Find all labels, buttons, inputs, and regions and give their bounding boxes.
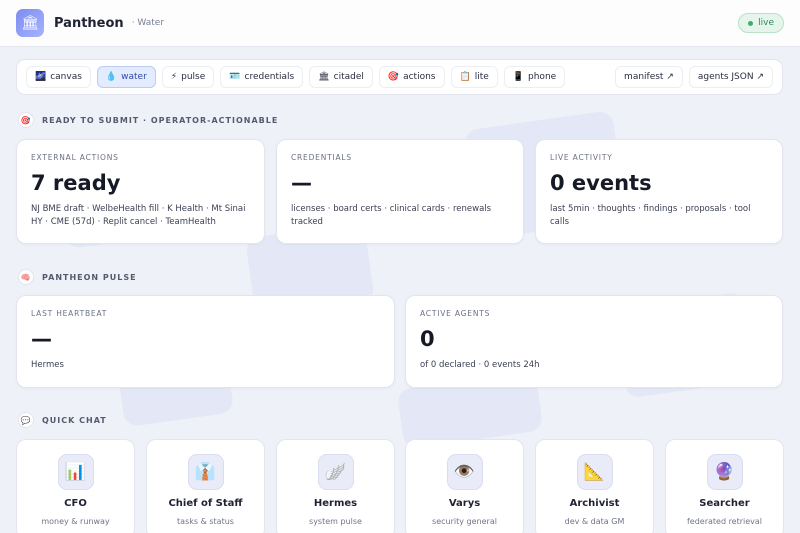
live-status-badge: live xyxy=(738,13,784,33)
app-title: Pantheon xyxy=(54,15,124,31)
triangle-ruler-icon: 📐 xyxy=(576,454,613,490)
card-label: ACTIVE AGENTS xyxy=(420,309,491,318)
galaxy-icon: 🌌 xyxy=(35,72,47,82)
live-status-label: live xyxy=(758,18,774,28)
last-heartbeat-card[interactable]: LAST HEARTBEAT — Hermes xyxy=(16,295,395,388)
agent-name: Varys xyxy=(448,498,481,509)
lightning-icon: ⚡ xyxy=(170,72,178,82)
nav-item-phone[interactable]: 📱 phone xyxy=(503,66,566,88)
section-chat-header: 💬 QUICK CHAT xyxy=(18,412,107,428)
eye-icon: 👁️ xyxy=(446,454,483,490)
external-actions-card[interactable]: EXTERNAL ACTIONS 7 ready NJ BME draft · … xyxy=(16,139,265,244)
section-ready-header: 🎯 READY TO SUBMIT · OPERATOR-ACTIONABLE xyxy=(18,112,278,128)
agent-card-archivist[interactable]: 📐 Archivist dev & data GM xyxy=(535,439,654,533)
nav-links: manifest ↗ agents JSON ↗ xyxy=(615,66,773,88)
agent-card-cfo[interactable]: 📊 CFO money & runway xyxy=(16,439,135,533)
target-icon: 🎯 xyxy=(18,112,34,128)
necktie-icon: 👔 xyxy=(187,454,224,490)
brain-icon: 🧠 xyxy=(18,269,34,285)
card-value: — xyxy=(291,171,312,195)
app-header: 🏛 Pantheon · Water live xyxy=(0,0,800,47)
target-icon: 🎯 xyxy=(387,72,400,82)
nav-item-citadel[interactable]: 🏛 citadel xyxy=(309,66,373,88)
bar-chart-icon: 📊 xyxy=(57,454,94,490)
card-value: — xyxy=(31,327,52,351)
crystal-ball-icon: 🔮 xyxy=(706,454,743,490)
temple-icon: 🏛 xyxy=(318,72,330,82)
phone-icon: 📱 xyxy=(512,72,525,82)
agent-card-varys[interactable]: 👁️ Varys security general xyxy=(405,439,524,533)
agent-card-searcher[interactable]: 🔮 Searcher federated retrieval xyxy=(665,439,784,533)
agent-role: money & runway xyxy=(41,517,110,526)
card-label: EXTERNAL ACTIONS xyxy=(31,153,119,162)
live-activity-card[interactable]: LIVE ACTIVITY 0 events last 5min · thoug… xyxy=(535,139,783,244)
card-label: LIVE ACTIVITY xyxy=(550,153,613,162)
card-value: 7 ready xyxy=(31,171,121,195)
agent-role: system pulse xyxy=(309,517,362,526)
id-card-icon: 🪪 xyxy=(229,72,241,82)
card-description: Hermes xyxy=(31,360,64,370)
status-dot-icon xyxy=(748,20,754,26)
card-label: CREDENTIALS xyxy=(291,153,352,162)
agent-name: Hermes xyxy=(313,498,358,509)
agent-role: security general xyxy=(432,517,497,526)
app-subtitle: · Water xyxy=(131,18,165,28)
agent-role: federated retrieval xyxy=(686,517,763,526)
card-value: 0 events xyxy=(550,171,652,195)
agents-json-link[interactable]: agents JSON ↗ xyxy=(688,66,773,88)
agent-role: dev & data GM xyxy=(564,517,625,526)
droplet-icon: 💧 xyxy=(105,72,118,82)
section-pulse-header: 🧠 PANTHEON PULSE xyxy=(18,269,137,285)
card-description: NJ BME draft · WelbeHealth fill · K Heal… xyxy=(31,204,246,227)
nav-item-credentials[interactable]: 🪪 credentials xyxy=(220,66,304,88)
card-description: of 0 declared · 0 events 24h xyxy=(420,360,540,370)
section-title: READY TO SUBMIT · OPERATOR-ACTIONABLE xyxy=(42,115,279,125)
card-description: last 5min · thoughts · findings · propos… xyxy=(550,204,751,227)
speech-bubble-icon: 💬 xyxy=(18,412,34,428)
agent-name: Archivist xyxy=(569,498,620,509)
temple-icon[interactable]: 🏛 xyxy=(16,9,44,37)
nav-item-actions[interactable]: 🎯 actions xyxy=(378,66,445,88)
section-title: PANTHEON PULSE xyxy=(42,272,137,282)
active-agents-card[interactable]: ACTIVE AGENTS 0 of 0 declared · 0 events… xyxy=(405,295,783,388)
wing-icon: 🪽 xyxy=(317,454,354,490)
agent-card-chief-of-staff[interactable]: 👔 Chief of Staff tasks & status xyxy=(146,439,265,533)
page: 🏛 Pantheon · Water live 🌌 canvas 💧 water ⚡… xyxy=(0,0,800,533)
card-value: 0 xyxy=(420,327,435,351)
nav-bar: 🌌 canvas 💧 water ⚡ pulse 🪪 credentials 🏛 cita… xyxy=(16,59,783,95)
credentials-card[interactable]: CREDENTIALS — licenses · board certs · c… xyxy=(276,139,524,244)
agent-name: CFO xyxy=(64,498,87,509)
nav-item-lite[interactable]: 📋 lite xyxy=(450,66,498,88)
card-label: LAST HEARTBEAT xyxy=(31,309,108,318)
manifest-link[interactable]: manifest ↗ xyxy=(615,66,683,88)
agent-name: Searcher xyxy=(699,498,750,509)
nav-item-canvas[interactable]: 🌌 canvas xyxy=(26,66,91,88)
agent-card-hermes[interactable]: 🪽 Hermes system pulse xyxy=(276,439,395,533)
section-title: QUICK CHAT xyxy=(42,415,107,425)
card-description: licenses · board certs · clinical cards … xyxy=(291,204,492,227)
agent-name: Chief of Staff xyxy=(168,498,243,509)
agent-role: tasks & status xyxy=(177,517,234,526)
nav-item-pulse[interactable]: ⚡ pulse xyxy=(161,66,215,88)
clipboard-icon: 📋 xyxy=(459,72,471,82)
nav-item-water[interactable]: 💧 water xyxy=(96,66,156,88)
